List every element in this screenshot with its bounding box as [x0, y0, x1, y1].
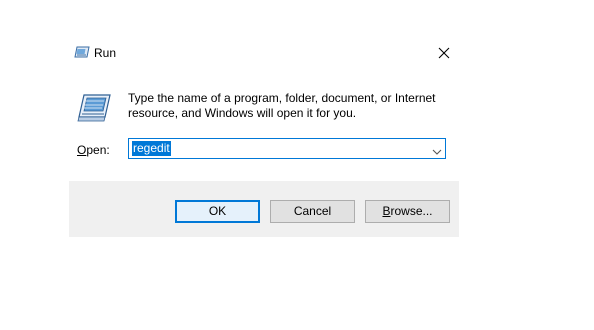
cancel-button[interactable]: Cancel: [270, 200, 355, 223]
button-bar: OK Cancel Browse...: [69, 181, 459, 237]
open-label: Open:: [77, 143, 110, 158]
run-icon: [77, 94, 111, 122]
browse-rest: rowse...: [390, 204, 433, 218]
run-dialog: Run Type the name of a program, folder, …: [69, 36, 459, 237]
open-combobox[interactable]: regedit: [128, 138, 446, 159]
instructions-text: Type the name of a program, folder, docu…: [128, 91, 436, 120]
open-label-mnemonic: O: [77, 143, 87, 157]
browse-button[interactable]: Browse...: [365, 200, 450, 223]
browse-mnemonic: B: [382, 204, 391, 218]
window-title: Run: [94, 46, 117, 60]
close-button[interactable]: [433, 42, 455, 64]
chevron-down-icon[interactable]: [432, 145, 442, 155]
title-bar[interactable]: Run: [69, 36, 459, 70]
open-label-rest: pen:: [86, 143, 110, 157]
ok-button[interactable]: OK: [175, 200, 260, 223]
close-icon: [438, 47, 450, 59]
run-icon: [74, 46, 90, 60]
open-input-value[interactable]: regedit: [132, 141, 171, 156]
